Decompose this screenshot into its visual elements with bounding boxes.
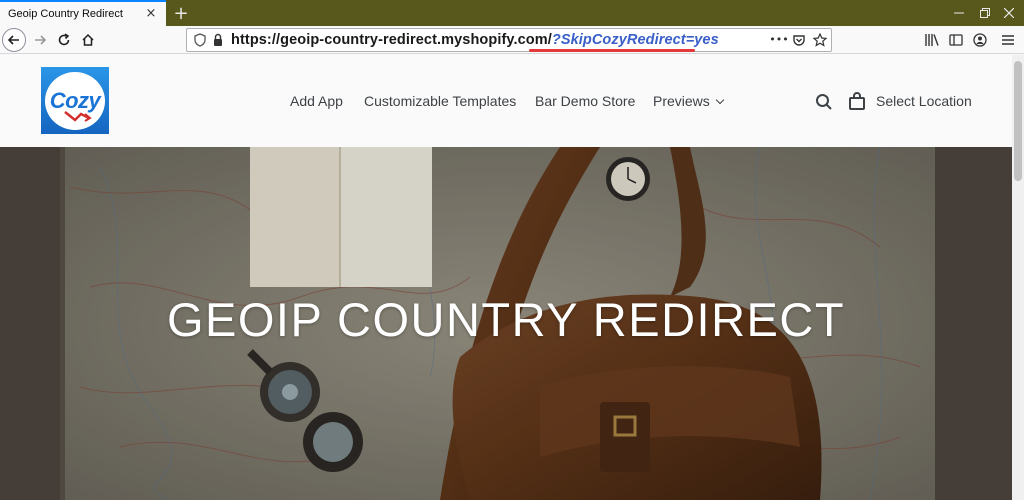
minimize-icon	[954, 12, 964, 14]
nav-bar-demo-store[interactable]: Bar Demo Store	[535, 93, 635, 109]
tab-strip: Geoip Country Redirect × +	[0, 0, 1024, 26]
site-header: Cozy Add App Customizable Templates Bar …	[0, 55, 1012, 147]
library-icon	[925, 34, 939, 46]
url-bar[interactable]: https://geoip-country-redirect.myshopify…	[186, 28, 832, 52]
home-icon	[82, 33, 94, 46]
url-highlight-underline	[529, 49, 695, 52]
url-base: https://geoip-country-redirect.myshopify…	[231, 32, 552, 48]
tab-close-button[interactable]: ×	[142, 4, 160, 22]
nav-add-app[interactable]: Add App	[290, 93, 343, 109]
nav-customizable-templates[interactable]: Customizable Templates	[364, 93, 516, 109]
nav-previews[interactable]: Previews	[653, 93, 725, 109]
close-icon	[1004, 8, 1014, 18]
tab-title: Geoip Country Redirect	[8, 8, 123, 20]
lock-icon[interactable]	[211, 33, 225, 47]
library-button[interactable]	[920, 28, 944, 52]
browser-toolbar: https://geoip-country-redirect.myshopify…	[0, 26, 1024, 54]
chevron-down-icon	[715, 95, 725, 105]
hero-title: GEOIP COUNTRY REDIRECT	[166, 293, 846, 346]
arrow-left-icon	[7, 35, 19, 45]
menu-button[interactable]	[996, 28, 1020, 52]
close-window-button[interactable]	[994, 0, 1024, 26]
account-button[interactable]	[968, 28, 992, 52]
url-query-param: ?SkipCozyRedirect=yes	[551, 32, 719, 48]
scrollbar-thumb[interactable]	[1014, 61, 1022, 181]
sidebar-button[interactable]	[944, 28, 968, 52]
shopping-bag-icon	[849, 92, 865, 110]
back-button[interactable]	[2, 28, 26, 52]
page-actions-menu[interactable]: •••	[769, 32, 788, 46]
tab-active[interactable]: Geoip Country Redirect ×	[0, 0, 166, 26]
select-location-link[interactable]: Select Location	[876, 93, 972, 109]
new-tab-button[interactable]: +	[170, 0, 192, 26]
reload-icon	[58, 33, 70, 46]
hamburger-icon	[1002, 35, 1014, 45]
cozy-logo[interactable]: Cozy	[41, 67, 109, 134]
reload-button[interactable]	[52, 28, 76, 52]
shield-icon[interactable]	[193, 33, 207, 47]
hero-banner: GEOIP COUNTRY REDIRECT	[0, 147, 1012, 500]
bookmark-star-icon[interactable]	[813, 33, 827, 47]
account-icon	[973, 33, 987, 47]
logo-badge: Cozy	[45, 71, 105, 130]
nav-previews-label: Previews	[653, 93, 710, 109]
home-button[interactable]	[76, 28, 100, 52]
arrow-right-icon	[35, 35, 47, 45]
forward-button[interactable]	[28, 28, 52, 52]
sidebar-icon	[949, 34, 963, 46]
cart-button[interactable]	[848, 91, 866, 115]
search-icon	[816, 94, 832, 110]
url-text[interactable]: https://geoip-country-redirect.myshopify…	[231, 32, 719, 48]
search-button[interactable]	[815, 93, 833, 115]
pocket-icon[interactable]	[792, 33, 806, 47]
logo-arrow-icon	[64, 110, 92, 122]
restore-icon	[980, 8, 990, 18]
page-scrollbar[interactable]	[1012, 55, 1024, 500]
